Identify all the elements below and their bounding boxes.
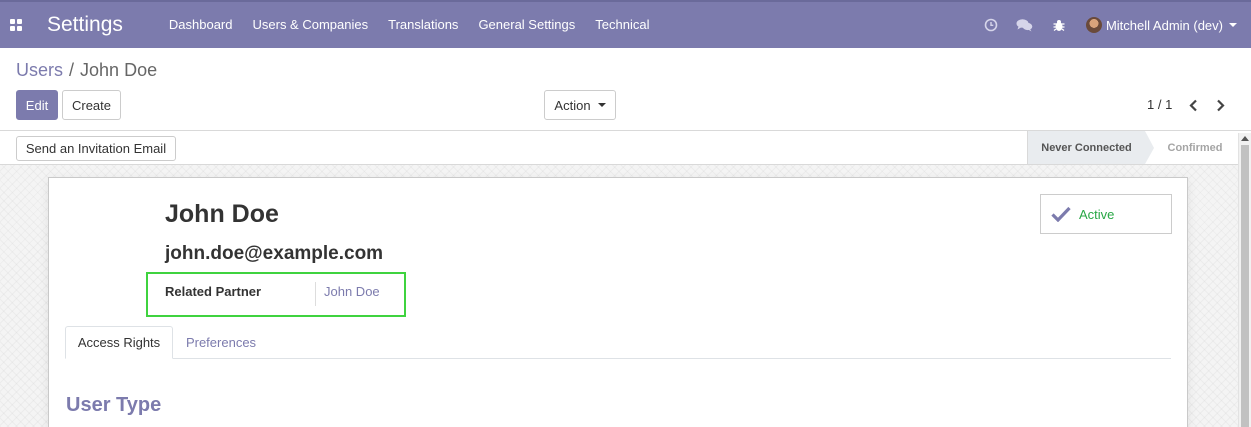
section-title-user-type: User Type (66, 394, 162, 416)
tab-preferences[interactable]: Preferences (177, 326, 265, 359)
top-navbar: Settings Dashboard Users & Companies Tra… (0, 0, 1251, 48)
apps-grid-icon[interactable] (0, 2, 32, 48)
field-separator (315, 282, 316, 306)
action-label: Action (554, 97, 591, 113)
user-name-field: John Doe (165, 200, 279, 228)
related-partner-link[interactable]: John Doe (324, 284, 380, 299)
form-statusbar: Send an Invitation Email Never Connected… (0, 130, 1251, 165)
checkmark-icon (1051, 206, 1071, 222)
stage-never-connected[interactable]: Never Connected (1027, 131, 1154, 164)
active-label: Active (1079, 206, 1115, 222)
tab-access-rights[interactable]: Access Rights (65, 326, 173, 359)
chat-icon[interactable] (1008, 2, 1042, 48)
scroll-up-arrow-icon[interactable] (1241, 136, 1249, 141)
breadcrumb: Users / John Doe (16, 60, 157, 81)
form-sheet: John Doe john.doe@example.com Related Pa… (48, 177, 1188, 427)
clock-icon[interactable] (974, 2, 1008, 48)
scrollbar-thumb[interactable] (1241, 145, 1249, 427)
send-invitation-button[interactable]: Send an Invitation Email (16, 136, 176, 161)
notebook-tabs: Access Rights Preferences (65, 326, 1171, 359)
user-name: Mitchell Admin (dev) (1105, 17, 1223, 33)
bug-icon[interactable] (1042, 2, 1076, 48)
menu-item-technical[interactable]: Technical (585, 2, 659, 48)
menu-item-dashboard[interactable]: Dashboard (159, 2, 243, 48)
avatar (1085, 17, 1102, 33)
user-menu[interactable]: Mitchell Admin (dev) (1076, 2, 1251, 48)
chevron-left-icon[interactable] (1185, 96, 1201, 114)
stage-confirmed[interactable]: Confirmed (1160, 131, 1230, 164)
menu-item-translations[interactable]: Translations (378, 2, 468, 48)
breadcrumb-users-link[interactable]: Users (16, 60, 63, 81)
chevron-right-icon[interactable] (1212, 96, 1228, 114)
menu-item-general-settings[interactable]: General Settings (468, 2, 585, 48)
edit-button[interactable]: Edit (16, 90, 58, 120)
pager-value[interactable]: 1 / 1 (1147, 97, 1172, 112)
user-email-field: john.doe@example.com (165, 243, 384, 264)
systray: Mitchell Admin (dev) (974, 2, 1251, 48)
app-title[interactable]: Settings (47, 13, 123, 37)
breadcrumb-current: John Doe (80, 60, 158, 80)
caret-down-icon (597, 103, 606, 107)
action-dropdown-button[interactable]: Action (544, 90, 616, 120)
menu-item-users-companies[interactable]: Users & Companies (243, 2, 379, 48)
caret-down-icon (1229, 23, 1237, 27)
main-menu: Dashboard Users & Companies Translations… (159, 2, 660, 48)
vertical-scrollbar[interactable] (1238, 133, 1251, 427)
related-partner-label: Related Partner (165, 284, 262, 299)
breadcrumb-separator: / (69, 60, 75, 80)
create-button[interactable]: Create (62, 90, 121, 120)
active-toggle-button[interactable]: Active (1040, 194, 1172, 234)
